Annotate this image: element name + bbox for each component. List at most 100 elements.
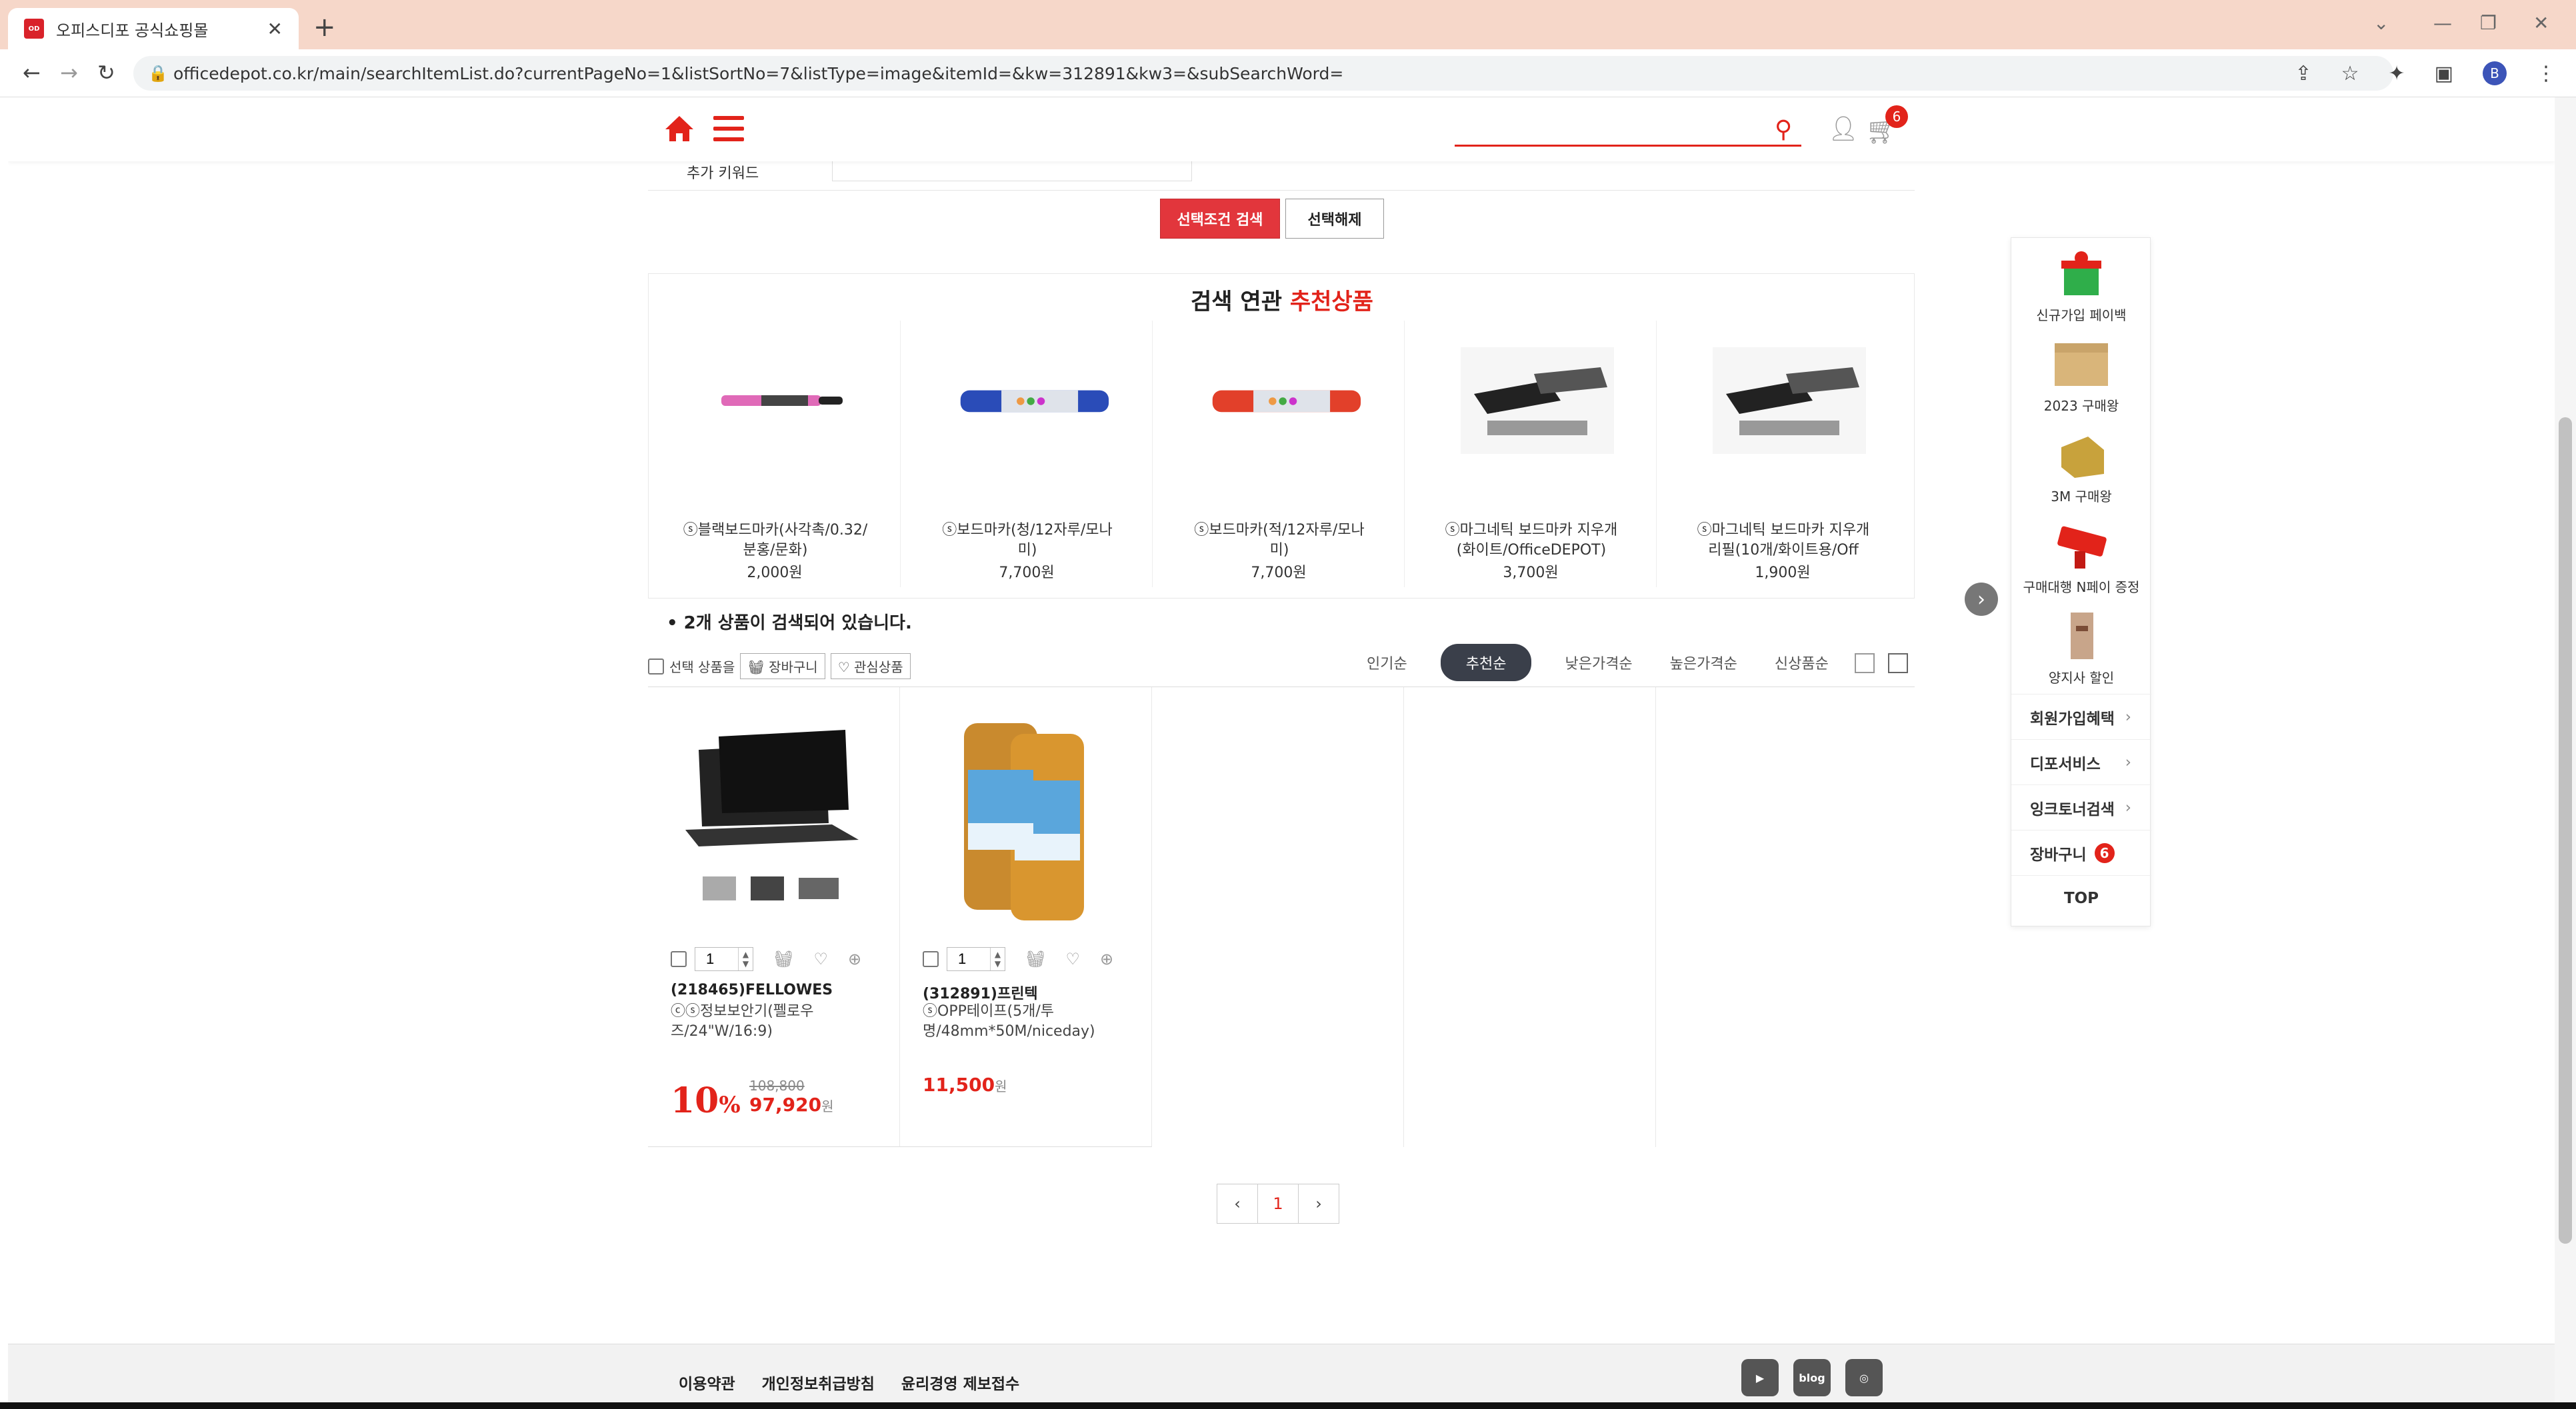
quick-link-top[interactable]: TOP (2011, 875, 2151, 920)
eraser-refill-image[interactable] (1713, 347, 1866, 454)
product-checkbox[interactable] (923, 951, 939, 967)
grid-view-icon[interactable] (1855, 653, 1875, 673)
keyword-field[interactable] (832, 161, 1192, 181)
product-code[interactable]: (218465)FELLOWES (671, 982, 833, 998)
pagination: ‹ 1 › (1217, 1184, 1339, 1224)
wishlist-icon[interactable]: ♡ (1065, 950, 1080, 968)
footer-terms-link[interactable]: 이용약관 (679, 1371, 735, 1394)
add-to-cart-button[interactable]: 🧺︎ 장바구니 (740, 653, 825, 679)
quick-item-npay[interactable]: 구매대행 N페이 증정 (2011, 510, 2151, 601)
blue-marker-image[interactable] (957, 347, 1110, 454)
new-tab-button[interactable]: + (313, 12, 336, 43)
chevron-right-icon: › (2125, 753, 2131, 771)
footer-ethics-link[interactable]: 윤리경영 제보접수 (901, 1371, 1019, 1394)
quick-cart-badge: 6 (2094, 842, 2115, 863)
home-icon[interactable] (664, 113, 695, 144)
back-icon[interactable]: ← (23, 60, 41, 85)
reco-item[interactable]: ⓢ마그네틱 보드마카 지우개 리필(10개/화이트용/Off 1,900원 (1657, 321, 1909, 587)
quick-item-2023-top-buyer[interactable]: 2023 구매왕 (2011, 329, 2151, 419)
quick-item-label: 2023 구매왕 (2043, 398, 2119, 414)
page-scrollbar[interactable] (2555, 97, 2576, 1409)
pink-marker-image[interactable] (705, 347, 858, 454)
reco-price: 3,700원 (1503, 565, 1559, 581)
quick-item-signup-payback[interactable]: 신규가입 페이백 (2011, 238, 2151, 329)
quick-item-yangjisa[interactable]: 양지사 할인 (2011, 601, 2151, 691)
tab-close-icon[interactable]: ✕ (267, 18, 283, 40)
tab-search-icon[interactable]: ⌄ (2373, 12, 2389, 34)
quick-link-member-benefit[interactable]: 회원가입혜택 › (2011, 694, 2151, 739)
zoom-icon[interactable]: ⊕ (1100, 950, 1113, 968)
clear-select-button[interactable]: 선택해제 (1285, 199, 1384, 239)
instagram-icon[interactable]: ◎ (1845, 1359, 1883, 1396)
minimize-icon[interactable]: — (2433, 12, 2452, 34)
quantity-stepper[interactable]: ▲▼ (947, 947, 1005, 971)
quick-link-ink-toner-search[interactable]: 잉크토너검색 › (2011, 784, 2151, 830)
reco-name[interactable]: ⓢ보드마카(적/12자루/모나미) (1186, 521, 1373, 561)
sidepanel-icon[interactable]: ▣ (2435, 62, 2453, 85)
search-icon[interactable]: ⚲ (1775, 116, 1792, 143)
privacy-filter-image[interactable] (672, 710, 872, 923)
reco-name[interactable]: ⓢ블랙보드마카(사각촉/0.32/분홍/문화) (682, 521, 869, 561)
window-close-icon[interactable]: ✕ (2533, 12, 2549, 34)
empty-cell (1404, 687, 1656, 1147)
sort-recommended[interactable]: 추천순 (1440, 644, 1532, 681)
select-search-button[interactable]: 선택조건 검색 (1160, 199, 1280, 239)
reco-item[interactable]: ⓢ블랙보드마카(사각촉/0.32/분홍/문화) 2,000원 (649, 321, 901, 587)
wishlist-icon[interactable]: ♡ (813, 950, 828, 968)
youtube-icon[interactable]: ▶ (1741, 1359, 1779, 1396)
extensions-icon[interactable]: ✦ (2389, 62, 2405, 85)
forward-icon[interactable]: → (60, 60, 78, 85)
sort-newest[interactable]: 신상품순 (1775, 652, 1829, 673)
footer-privacy-link[interactable]: 개인정보취급방침 (762, 1371, 875, 1394)
sort-price-low[interactable]: 낮은가격순 (1565, 652, 1632, 673)
share-icon[interactable]: ⇪ (2295, 62, 2311, 85)
recommended-title: 검색 연관 추천상품 (1191, 289, 1373, 315)
user-icon[interactable]: 👤︎ (1828, 115, 1859, 143)
hamburger-menu-icon[interactable] (713, 116, 744, 141)
page-number[interactable]: 1 (1257, 1184, 1299, 1224)
reco-item[interactable]: ⓢ마그네틱 보드마카 지우개(화이트/OfficeDEPOT) 3,700원 (1405, 321, 1657, 587)
sort-popular[interactable]: 인기순 (1367, 652, 1407, 673)
reco-next-arrow-icon[interactable]: › (1965, 583, 1998, 616)
quantity-input[interactable] (695, 948, 738, 970)
scrollbar-thumb[interactable] (2559, 417, 2572, 1244)
eraser-image[interactable] (1461, 347, 1614, 454)
opp-tape-image[interactable] (924, 710, 1124, 923)
reco-name[interactable]: ⓢ마그네틱 보드마카 지우개 리필(10개/화이트용/Off (1690, 521, 1877, 561)
red-marker-image[interactable] (1209, 347, 1362, 454)
search-input[interactable] (1455, 117, 1801, 147)
quantity-input[interactable] (947, 948, 990, 970)
prev-page-button[interactable]: ‹ (1217, 1184, 1258, 1224)
reco-name[interactable]: ⓢ보드마카(청/12자루/모나미) (934, 521, 1121, 561)
quantity-stepper[interactable]: ▲▼ (695, 947, 753, 971)
browser-menu-icon[interactable]: ⋮ (2536, 62, 2556, 85)
list-view-icon[interactable] (1888, 653, 1908, 673)
profile-avatar[interactable]: B (2483, 61, 2507, 85)
quick-link-cart[interactable]: 장바구니 6 (2011, 830, 2151, 875)
select-all-checkbox[interactable] (648, 658, 664, 675)
sort-price-high[interactable]: 높은가격순 (1670, 652, 1737, 673)
product-checkbox[interactable] (671, 951, 687, 967)
next-page-button[interactable]: › (1298, 1184, 1339, 1224)
reco-item[interactable]: ⓢ보드마카(청/12자루/모나미) 7,700원 (901, 321, 1153, 587)
reco-item[interactable]: ⓢ보드마카(적/12자루/모나미) 7,700원 (1153, 321, 1405, 587)
zoom-icon[interactable]: ⊕ (848, 950, 861, 968)
product-code[interactable]: (312891)프린텍 (923, 982, 1038, 1003)
add-to-wishlist-button[interactable]: ♡ 관심상품 (830, 653, 911, 679)
product-name[interactable]: ⓒⓢ정보보안기(펠로우즈/24"W/16:9) (671, 1002, 831, 1042)
bookmark-star-icon[interactable]: ☆ (2341, 62, 2359, 85)
quick-item-3m-top-buyer[interactable]: 3M 구매왕 (2011, 419, 2151, 510)
reload-icon[interactable]: ↻ (97, 60, 115, 85)
cart-add-icon[interactable]: 🧺︎ (1025, 950, 1045, 968)
cart-add-icon[interactable]: 🧺︎ (773, 950, 793, 968)
product-name[interactable]: ⓢOPP테이프(5개/투명/48mm*50M/niceday) (923, 1002, 1095, 1042)
empty-cell (1656, 687, 1908, 1147)
url-text: officedepot.co.kr/main/searchItemList.do… (173, 63, 1344, 83)
url-field[interactable]: 🔒 officedepot.co.kr/main/searchItemList.… (133, 56, 2393, 91)
browser-tab[interactable]: OD 오피스디포 공식쇼핑몰 ✕ (8, 8, 299, 49)
restore-icon[interactable]: ❐ (2480, 12, 2497, 34)
blog-icon[interactable]: blog (1793, 1359, 1831, 1396)
quick-link-depot-service[interactable]: 디포서비스 › (2011, 739, 2151, 784)
reco-price: 7,700원 (999, 565, 1055, 581)
reco-name[interactable]: ⓢ마그네틱 보드마카 지우개(화이트/OfficeDEPOT) (1438, 521, 1625, 561)
